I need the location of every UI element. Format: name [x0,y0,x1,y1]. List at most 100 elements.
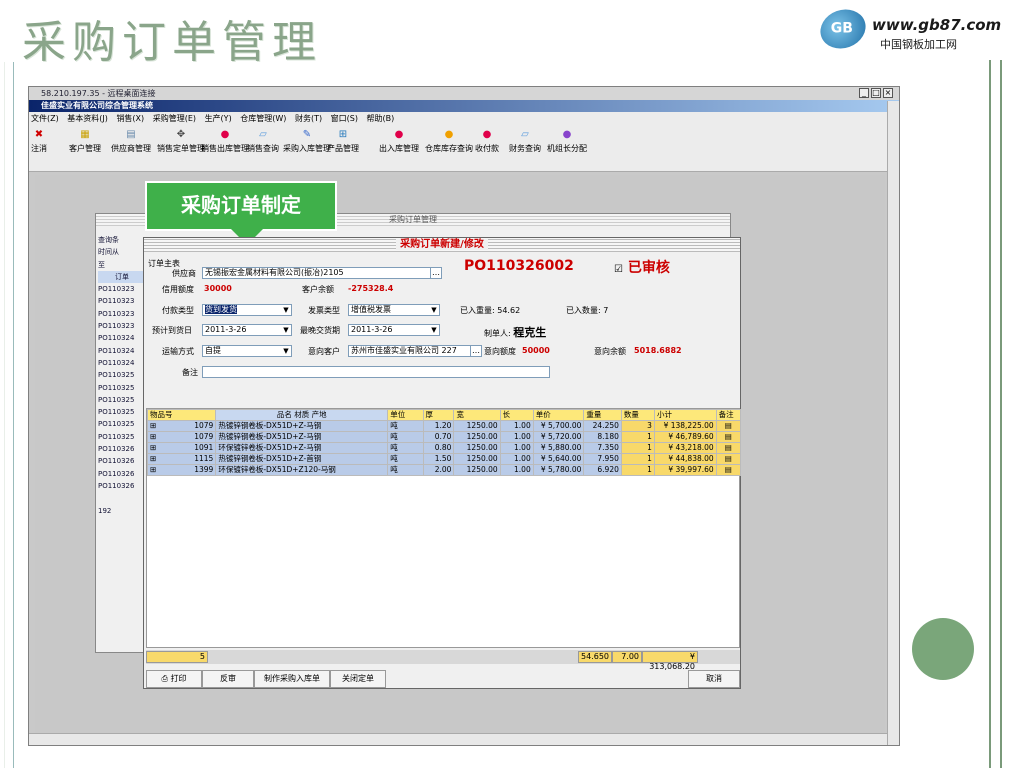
close-order-button[interactable]: 关闭定单 [330,670,386,688]
menu-finance[interactable]: 财务(T) [295,114,322,123]
order-list-item[interactable]: 至 [98,259,146,271]
cancel-button[interactable]: 取消 [688,670,740,688]
received-weight-label: 已入重量: 54.62 [460,306,521,315]
toolbar-button-10[interactable]: ● 收付款 [475,130,499,154]
expand-icon[interactable]: ⊞ [150,433,156,442]
menu-production[interactable]: 生产(Y) [205,114,232,123]
column-header[interactable]: 数量 [620,409,655,421]
note-icon[interactable]: ▤ [715,453,742,465]
table-row[interactable]: ⊞ 1079 热镀锌钢卷板-DX51D+Z-马钢吨 1.20 1250.00 1.00 ¥… [146,420,742,432]
order-list-item[interactable]: PO110323 [98,308,146,320]
toolbar-button-2[interactable]: ▤ 供应商管理 [111,130,151,154]
note-icon[interactable]: ▤ [715,464,742,476]
menu-basic[interactable]: 基本资料(J) [67,114,108,123]
plan-date-picker[interactable]: 2011-3-26 ▼ [202,324,292,336]
make-stock-in-button[interactable]: 制作采购入库单 [254,670,330,688]
column-header[interactable]: 宽 [453,409,501,421]
order-list-item[interactable]: 时间从 [98,246,146,258]
toolbar-button-1[interactable]: ▦ 客户管理 [69,130,101,154]
toolbar-button-11[interactable]: ▱ 财务查询 [509,130,541,154]
toolbar-button-6[interactable]: ✎ 采购入库管理 [283,130,331,154]
table-cell: 1.00 [499,464,534,476]
order-list-item[interactable]: PO110325 [98,382,146,394]
customer-browse-button[interactable]: … [470,345,482,357]
order-list-item[interactable]: PO110323 [98,283,146,295]
supplier-field[interactable]: 无锡振宏金属材料有限公司(振冶)2105 [202,267,442,279]
supplier-browse-button[interactable]: … [430,267,442,279]
ship-select[interactable]: 自提 ▼ [202,345,292,357]
order-list-item[interactable]: PO110325 [98,431,146,443]
order-list-item[interactable]: PO110324 [98,332,146,344]
table-row[interactable]: ⊞ 1115 热镀锌钢卷板-DX51D+Z-首钢吨 1.50 1250.00 1.00 ¥… [146,453,742,465]
toolbar-button-3[interactable]: ✥ 销售定单管理 [157,130,205,154]
order-list-item[interactable]: 192 [98,505,146,517]
order-list-item[interactable]: PO110323 [98,295,146,307]
toolbar-button-0[interactable]: ✖ 注消 [31,130,47,154]
vertical-scrollbar[interactable] [887,101,899,745]
toolbar-label: 销售查询 [247,144,279,153]
paytype-select[interactable]: 货到发货 ▼ [202,304,292,316]
order-list-item[interactable]: PO110326 [98,443,146,455]
column-header[interactable]: 备注 [715,409,742,421]
cell-value: 1399 [194,465,214,475]
table-cell: 1 [620,442,655,454]
expand-icon[interactable]: ⊞ [150,455,156,464]
order-list-item[interactable]: PO110325 [98,394,146,406]
table-row[interactable]: ⊞ 1079 热镀锌钢卷板-DX51D+Z-马钢吨 0.70 1250.00 1.00 ¥… [146,431,742,443]
toolbar-button-4[interactable]: ● 销售出库管理 [201,130,249,154]
toolbar-button-8[interactable]: ● 出入库管理 [379,130,419,154]
order-list-item[interactable]: PO110324 [98,345,146,357]
invoice-select[interactable]: 增值税发票 ▼ [348,304,440,316]
column-header[interactable]: 重量 [583,409,622,421]
menu-warehouse[interactable]: 仓库管理(W) [240,114,286,123]
remote-desktop-window: 58.210.197.35 - 远程桌面连接 _ □ × 佳盛实业有限公司综合管… [28,86,900,746]
order-list-item[interactable]: PO110326 [98,455,146,467]
menu-purchase[interactable]: 采购管理(E) [153,114,196,123]
toolbar-button-7[interactable]: ⊞ 产品管理 [327,130,359,154]
horizontal-scrollbar[interactable] [29,733,887,745]
column-header[interactable]: 长 [499,409,534,421]
maximize-button[interactable]: □ [871,88,881,98]
column-header[interactable]: 单位 [387,409,424,421]
order-list-item[interactable]: PO110325 [98,369,146,381]
note-field[interactable] [202,366,550,378]
order-list-item[interactable]: PO110323 [98,320,146,332]
customer-field[interactable]: 苏州市佳盛实业有限公司 227 [348,345,482,357]
dot-icon: ● [220,129,230,140]
expand-icon[interactable]: ⊞ [150,422,156,431]
unaudit-button[interactable]: 反审 [202,670,254,688]
note-icon[interactable]: ▤ [715,431,742,443]
order-list-item[interactable]: PO110324 [98,357,146,369]
order-list-item[interactable]: 订单 [98,270,146,284]
menu-help[interactable]: 帮助(B) [367,114,395,123]
order-list-item[interactable]: 查询条 [98,234,146,246]
order-list-item[interactable]: PO110326 [98,468,146,480]
menu-file[interactable]: 文件(Z) [31,114,59,123]
order-list-item[interactable]: PO110326 [98,480,146,492]
order-list-item[interactable] [98,492,146,504]
column-header[interactable]: 品名 材质 产地 [215,409,389,421]
table-row[interactable]: ⊞ 1399 环保镀锌卷板-DX51D+Z120-马钢吨 2.00 1250.00 1.… [146,464,742,476]
expand-icon[interactable]: ⊞ [150,444,156,453]
toolbar-button-12[interactable]: ● 机组长分配 [547,130,587,154]
close-button[interactable]: × [883,88,893,98]
table-row[interactable]: ⊞ 1091 环保镀锌卷板-DX51D+Z-马钢吨 0.80 1250.00 1.00 ¥… [146,442,742,454]
latest-date-picker[interactable]: 2011-3-26 ▼ [348,324,440,336]
print-button[interactable]: ⎙ 打印 [146,670,202,688]
column-header[interactable]: 小计 [653,409,717,421]
menu-sales[interactable]: 销售(X) [116,114,144,123]
menu-window[interactable]: 窗口(S) [331,114,358,123]
order-list-item[interactable]: PO110325 [98,406,146,418]
toolbar-button-5[interactable]: ▱ 销售查询 [247,130,279,154]
column-header[interactable]: 物品号 [146,409,217,421]
column-header[interactable]: 厚 [422,409,455,421]
order-list-item[interactable]: PO110325 [98,418,146,430]
audited-check[interactable]: ☑ 已审核 [614,257,670,277]
toolbar-label: 出入库管理 [379,144,419,153]
toolbar-button-9[interactable]: ● 仓库库存查询 [425,130,473,154]
minimize-button[interactable]: _ [859,88,869,98]
column-header[interactable]: 单价 [532,409,585,421]
note-icon[interactable]: ▤ [715,420,742,432]
note-icon[interactable]: ▤ [715,442,742,454]
expand-icon[interactable]: ⊞ [150,466,156,475]
